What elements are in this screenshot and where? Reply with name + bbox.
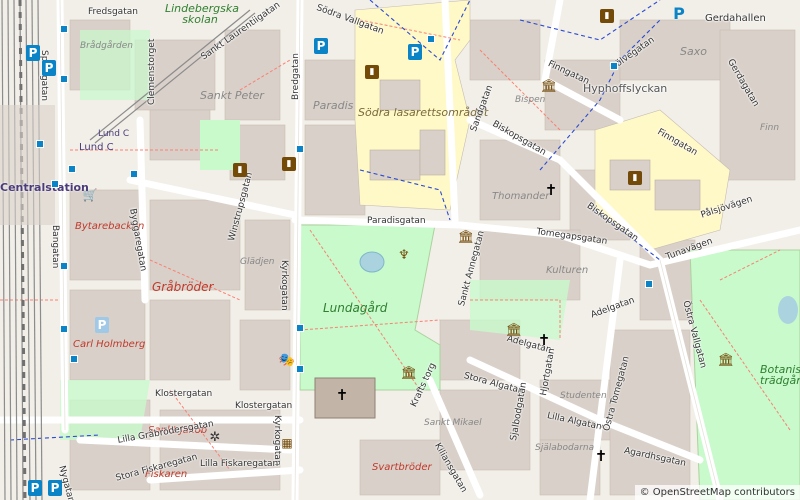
- church-icon[interactable]: ✝: [336, 386, 349, 404]
- street-klostergatan-1: Klostergatan: [155, 389, 213, 399]
- station-label: Centralstation: [0, 181, 89, 194]
- area-label-sodra: Södra lasarettsområdet: [358, 106, 489, 119]
- street-klostergatan-2: Klostergatan: [235, 401, 293, 411]
- bus-stop-icon[interactable]: [130, 170, 138, 178]
- bus-lund-c-label: Lund C: [98, 129, 130, 139]
- area-label-thomander: Thomander: [492, 191, 550, 202]
- street-bredgatan: Bredgatan: [291, 53, 301, 100]
- library-icon[interactable]: ▮: [365, 65, 379, 79]
- area-label-svartbroder: Svartbröder: [372, 462, 432, 473]
- cinema-icon[interactable]: ▦: [280, 436, 294, 450]
- library-icon[interactable]: ▮: [233, 163, 247, 177]
- bus-stop-icon[interactable]: [36, 140, 44, 148]
- poi-label-gerdahallen: Gerdahallen: [705, 13, 766, 24]
- theatre-icon[interactable]: 🎭: [279, 353, 295, 368]
- street-fredsgatan: Fredsgatan: [88, 7, 138, 17]
- attribution[interactable]: © OpenStreetMap contributors: [634, 485, 800, 500]
- shop-icon[interactable]: 🛒: [83, 188, 98, 202]
- church-icon[interactable]: ✝: [595, 447, 608, 465]
- area-label-finn: Finn: [760, 123, 780, 133]
- museum-icon[interactable]: 🏛: [458, 230, 475, 245]
- street-paradisgatan: Paradisgatan: [367, 216, 426, 226]
- parking-icon[interactable]: P: [95, 317, 109, 333]
- museum-icon[interactable]: 🏛: [401, 366, 418, 381]
- fountain-icon[interactable]: ♆: [397, 248, 411, 263]
- bus-stop-icon[interactable]: [60, 262, 68, 270]
- area-label-lindebergska: Lindebergska skolan: [165, 2, 240, 26]
- parking-icon[interactable]: P: [42, 60, 56, 76]
- bus-stop-icon[interactable]: [610, 62, 618, 70]
- street-kyrkogatan: Kyrkogatan: [279, 260, 289, 311]
- area-label-sankt-mikael: Sankt Mikael: [424, 418, 482, 428]
- street-bangatan: Bangatan: [50, 225, 60, 269]
- area-label-carl-holmberg: Carl Holmberg: [73, 339, 146, 350]
- bus-stop-icon[interactable]: [60, 75, 68, 83]
- library-icon[interactable]: ▮: [282, 157, 296, 171]
- museum-icon[interactable]: 🏛: [506, 323, 523, 338]
- library-icon[interactable]: ▮: [628, 171, 642, 185]
- bus-stop-icon[interactable]: [51, 180, 59, 188]
- bus-stop-icon[interactable]: [60, 25, 68, 33]
- church-icon[interactable]: ✝: [538, 331, 551, 349]
- area-label-bispen: Bispen: [515, 95, 546, 105]
- bus-stop-icon[interactable]: [296, 145, 304, 153]
- bus-stop-icon[interactable]: [645, 280, 653, 288]
- library-icon[interactable]: ▮: [600, 9, 614, 23]
- area-label-bradgarden: Brådgården: [80, 41, 133, 51]
- area-label-saxo: Saxo: [680, 45, 707, 58]
- street-clemenstorget: Clemenstorget: [147, 38, 157, 105]
- area-label-studenten: Studenten: [560, 391, 607, 401]
- area-label-sjalabodarna: Själabodarna: [535, 443, 595, 453]
- area-label-gladjen: Glädjen: [240, 257, 275, 267]
- map-canvas[interactable]: Lindebergska skolan Brådgården Sankt Pet…: [0, 0, 800, 500]
- bus-stop-icon[interactable]: [296, 365, 304, 373]
- street-lilla-fiskaregatan: Lilla Fiskaregatan: [200, 459, 279, 469]
- parking-icon[interactable]: P: [26, 45, 40, 61]
- museum-icon[interactable]: 🏛: [541, 79, 558, 94]
- parking-icon[interactable]: P: [672, 4, 686, 23]
- parking-icon[interactable]: P: [314, 38, 328, 54]
- bus-stop-icon[interactable]: [60, 325, 68, 333]
- area-label-paradis: Paradis: [313, 99, 354, 112]
- parking-icon[interactable]: P: [48, 480, 62, 496]
- area-label-lundagard: Lundagård: [323, 301, 388, 315]
- church-icon[interactable]: ✝: [545, 181, 558, 199]
- bus-stop-icon[interactable]: [427, 35, 435, 43]
- station-lund-c: Lund C: [79, 142, 114, 153]
- area-label-kulturen: Kulturen: [546, 265, 589, 276]
- parking-icon[interactable]: P: [408, 44, 422, 60]
- parking-icon[interactable]: P: [28, 480, 42, 496]
- area-label-sankt-peter: Sankt Peter: [200, 89, 264, 102]
- viewpoint-icon[interactable]: ✲: [208, 430, 222, 445]
- bus-stop-icon[interactable]: [68, 165, 76, 173]
- museum-icon[interactable]: 🏛: [718, 353, 735, 368]
- bus-stop-icon[interactable]: [296, 324, 304, 332]
- area-label-grabroder: Gråbröder: [152, 280, 214, 294]
- bus-stop-icon[interactable]: [70, 355, 78, 363]
- area-label-botaniska: Botaniska trädgården: [760, 363, 800, 387]
- area-label-hyphoff: Hyphoffslyckan: [583, 82, 668, 95]
